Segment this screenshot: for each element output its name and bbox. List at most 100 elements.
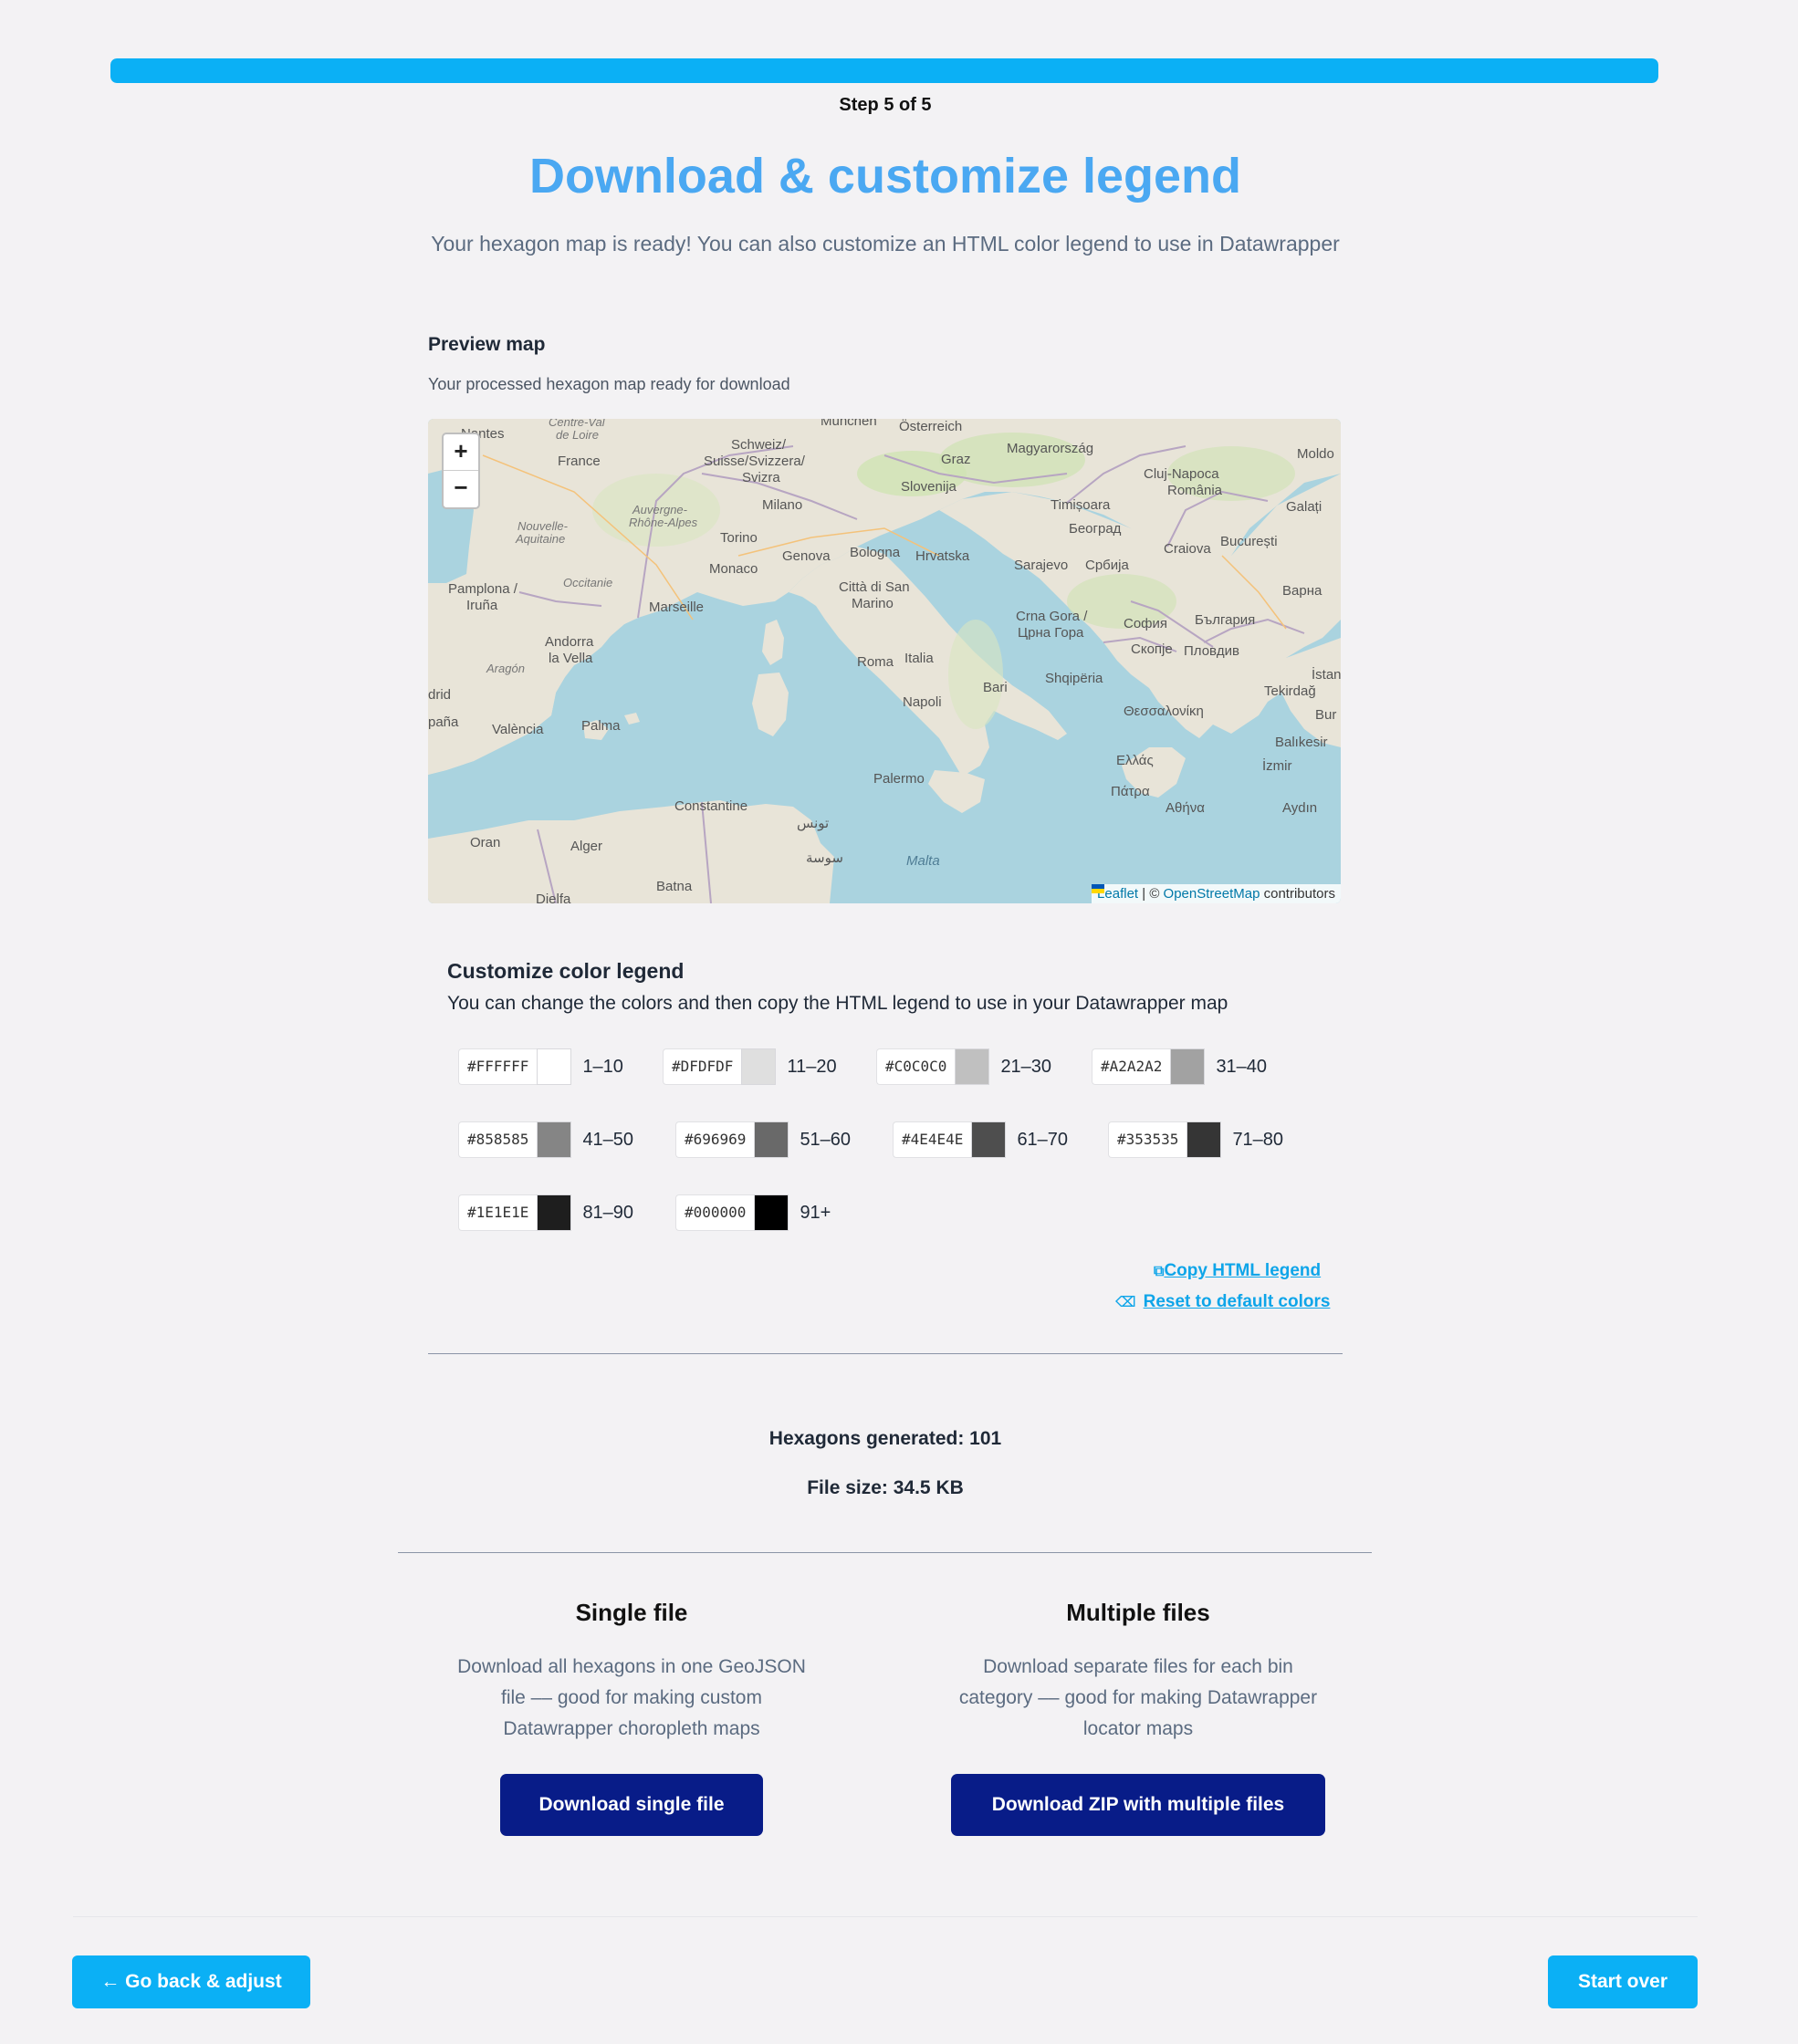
map-label-france: France bbox=[558, 454, 601, 469]
page-subtitle: Your hexagon map is ready! You can also … bbox=[431, 232, 1340, 256]
legend-swatch: #000000 91+ bbox=[675, 1194, 831, 1231]
map-label-graz: Graz bbox=[941, 452, 971, 467]
map-label-pamplona: Pamplona / bbox=[448, 581, 517, 597]
map-label-magyar: Magyarország bbox=[1007, 441, 1094, 456]
map-label-beograd: Београд bbox=[1069, 521, 1122, 537]
map-label-batna: Batna bbox=[656, 879, 693, 894]
map-label-shqiperia: Shqipëria bbox=[1045, 671, 1103, 686]
color-picker[interactable] bbox=[537, 1194, 572, 1231]
map-label-malta: Malta bbox=[906, 853, 940, 869]
map-label-izmir: İzmir bbox=[1262, 758, 1292, 774]
copy-icon: ⧉ bbox=[1154, 1264, 1165, 1279]
color-picker[interactable] bbox=[971, 1121, 1007, 1158]
map-label-moldo: Moldo bbox=[1297, 446, 1334, 462]
file-size: File size: 34.5 KB bbox=[807, 1477, 964, 1498]
range-label: 81–90 bbox=[582, 1202, 634, 1223]
map-label-drid: drid bbox=[428, 687, 452, 703]
map-label-sanmarino2: Marino bbox=[852, 596, 894, 611]
map-label-andorra2: la Vella bbox=[549, 651, 593, 666]
hex-color-input[interactable]: #000000 bbox=[675, 1194, 755, 1231]
map-label-timisoara: Timișoara bbox=[1051, 497, 1111, 513]
zoom-out-button[interactable]: − bbox=[444, 471, 478, 506]
range-label: 61–70 bbox=[1017, 1129, 1069, 1150]
hex-color-input[interactable]: #4E4E4E bbox=[893, 1121, 972, 1158]
go-back-button[interactable]: ← Go back & adjust bbox=[72, 1955, 310, 2008]
download-single-file-button[interactable]: Download single file bbox=[500, 1774, 763, 1836]
attribution-separator: | © bbox=[1138, 886, 1164, 902]
map-label-oran: Oran bbox=[470, 835, 501, 850]
map-label-auvergne: Auvergne- bbox=[632, 503, 687, 516]
map-label-bur: Bur bbox=[1315, 707, 1337, 723]
hex-color-input[interactable]: #858585 bbox=[458, 1121, 538, 1158]
divider bbox=[398, 1552, 1372, 1553]
map-label-torino: Torino bbox=[720, 530, 758, 546]
map-label-bulgaria: България bbox=[1195, 612, 1256, 628]
map-label-sofia: София bbox=[1124, 616, 1168, 631]
range-label: 41–50 bbox=[582, 1129, 634, 1150]
map-label-rhone: Rhône-Alpes bbox=[629, 516, 698, 529]
map-label-occitanie: Occitanie bbox=[563, 576, 613, 589]
map-label-plovdiv: Пловдив bbox=[1184, 643, 1239, 659]
hex-color-input[interactable]: #DFDFDF bbox=[663, 1048, 742, 1085]
hex-color-input[interactable]: #1E1E1E bbox=[458, 1194, 538, 1231]
zoom-control: + − bbox=[442, 433, 480, 509]
map-label-marseille: Marseille bbox=[649, 600, 705, 615]
map-label-schweiz: Schweiz/ bbox=[731, 437, 787, 453]
map-label-genova: Genova bbox=[782, 548, 831, 564]
start-over-button[interactable]: Start over bbox=[1548, 1955, 1698, 2008]
color-picker[interactable] bbox=[1186, 1121, 1222, 1158]
map-label-athina: Αθήνα bbox=[1166, 800, 1205, 816]
map-label-osterreich: Österreich bbox=[899, 419, 963, 434]
eraser-icon: ⌫ bbox=[1115, 1295, 1136, 1310]
legend-description: You can change the colors and then copy … bbox=[447, 993, 1228, 1014]
download-zip-button[interactable]: Download ZIP with multiple files bbox=[951, 1774, 1325, 1836]
color-picker[interactable] bbox=[754, 1194, 789, 1231]
map-label-italia: Italia bbox=[904, 651, 934, 666]
map-label-varna: Варна bbox=[1282, 583, 1322, 599]
map-label-thessaloniki: Θεσσαλονίκη bbox=[1124, 704, 1204, 719]
color-picker[interactable] bbox=[537, 1048, 572, 1085]
map-label-sousse: سوسة bbox=[806, 850, 843, 866]
map-label-espana: paña bbox=[428, 714, 459, 730]
hex-color-input[interactable]: #353535 bbox=[1108, 1121, 1187, 1158]
map-label-iruna: Iruña bbox=[466, 598, 498, 613]
map-label-palma: Palma bbox=[581, 718, 621, 734]
map-label-srbija: Србија bbox=[1085, 558, 1129, 573]
map-label-crnagora2: Црна Гора bbox=[1018, 625, 1084, 641]
hex-color-input[interactable]: #C0C0C0 bbox=[876, 1048, 956, 1085]
copy-html-legend-link[interactable]: ⧉Copy HTML legend bbox=[1154, 1261, 1321, 1281]
page-title: Download & customize legend bbox=[528, 149, 1242, 203]
hex-color-input[interactable]: #696969 bbox=[675, 1121, 755, 1158]
map-label-monaco: Monaco bbox=[709, 561, 758, 577]
range-label: 1–10 bbox=[582, 1056, 623, 1077]
range-label: 91+ bbox=[800, 1202, 831, 1223]
map-label-aquitaine: Aquitaine bbox=[516, 532, 566, 546]
map-label-bucuresti: București bbox=[1220, 534, 1278, 549]
hexagon-count: Hexagons generated: 101 bbox=[768, 1428, 1002, 1449]
zoom-in-button[interactable]: + bbox=[444, 434, 478, 471]
map-label-balikesir: Balıkesir bbox=[1275, 735, 1328, 750]
hex-color-input[interactable]: #FFFFFF bbox=[458, 1048, 538, 1085]
single-file-heading: Single file bbox=[575, 1599, 688, 1626]
color-picker[interactable] bbox=[1170, 1048, 1206, 1085]
hex-color-input[interactable]: #A2A2A2 bbox=[1092, 1048, 1171, 1085]
legend-swatch: #858585 41–50 bbox=[458, 1121, 633, 1158]
color-picker[interactable] bbox=[741, 1048, 777, 1085]
range-label: 71–80 bbox=[1232, 1129, 1284, 1150]
range-label: 21–30 bbox=[1000, 1056, 1052, 1077]
legend-swatch: #1E1E1E 81–90 bbox=[458, 1194, 633, 1231]
range-label: 11–20 bbox=[787, 1056, 837, 1077]
reset-colors-link[interactable]: ⌫ Reset to default colors bbox=[1115, 1292, 1330, 1312]
osm-link[interactable]: OpenStreetMap bbox=[1164, 886, 1260, 902]
map-attribution: Leaflet | © OpenStreetMap contributors bbox=[1092, 884, 1341, 903]
map-label-roma: Roma bbox=[857, 654, 894, 670]
color-picker[interactable] bbox=[537, 1121, 572, 1158]
multiple-files-heading: Multiple files bbox=[1066, 1599, 1210, 1626]
color-picker[interactable] bbox=[955, 1048, 990, 1085]
preview-description: Your processed hexagon map ready for dow… bbox=[428, 375, 790, 393]
color-picker[interactable] bbox=[754, 1121, 789, 1158]
map-label-slovenija: Slovenija bbox=[901, 479, 956, 495]
map-label-alger: Alger bbox=[570, 839, 603, 854]
map-label-munchen: München bbox=[821, 419, 877, 429]
map-preview[interactable]: Nantes Centre-Val de Loire München Öster… bbox=[428, 419, 1341, 903]
